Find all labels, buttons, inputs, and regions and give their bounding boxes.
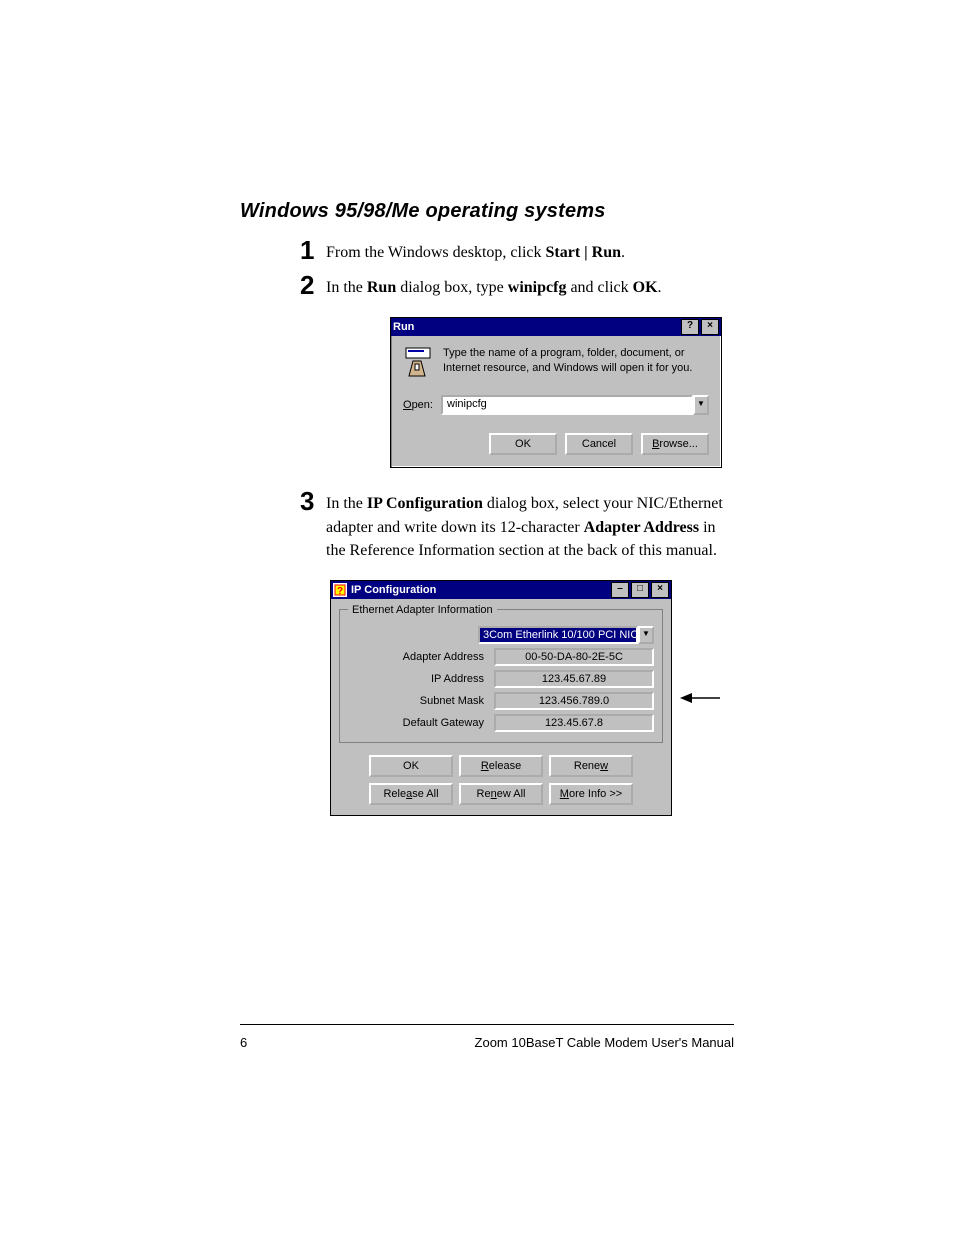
text: In the: [326, 495, 367, 512]
renew-all-button[interactable]: Renew All: [459, 783, 543, 805]
step-1: 1 From the Windows desktop, click Start …: [300, 235, 734, 264]
arrow-annotation-icon: [680, 691, 720, 705]
page-number: 6: [240, 1035, 247, 1050]
footer-rule: [240, 1024, 734, 1025]
subnet-mask-label: Subnet Mask: [348, 695, 494, 707]
step-3: 3 In the IP Configuration dialog box, se…: [300, 486, 734, 562]
ipconfig-title: IP Configuration: [351, 584, 436, 596]
figure-ipconfig-dialog: ? IP Configuration – □ × Ethernet Adapte…: [330, 580, 734, 816]
open-combobox[interactable]: winipcfg ▼: [441, 395, 709, 415]
open-input[interactable]: winipcfg: [441, 395, 693, 415]
step-text: In the IP Configuration dialog box, sele…: [326, 486, 734, 562]
section-heading: Windows 95/98/Me operating systems: [240, 200, 734, 223]
run-description: Type the name of a program, folder, docu…: [443, 346, 709, 375]
svg-text:?: ?: [337, 586, 343, 596]
document-page: Windows 95/98/Me operating systems 1 Fro…: [0, 0, 954, 1235]
maximize-button[interactable]: □: [631, 582, 649, 598]
cancel-button[interactable]: Cancel: [565, 433, 633, 455]
bold: IP Configuration: [367, 495, 483, 512]
adapter-select[interactable]: 3Com Etherlink 10/100 PCI NIC ▼: [478, 626, 654, 644]
browse-button[interactable]: Browse...: [641, 433, 709, 455]
run-title: Run: [393, 321, 414, 333]
minimize-button[interactable]: –: [611, 582, 629, 598]
release-all-button[interactable]: Release All: [369, 783, 453, 805]
run-icon: [403, 346, 435, 381]
adapter-info-group: Ethernet Adapter Information 3Com Etherl…: [339, 609, 663, 743]
text: dialog box, type: [396, 279, 508, 296]
more-info-button[interactable]: More Info >>: [549, 783, 633, 805]
step-number: 1: [300, 235, 326, 263]
bold: Run: [367, 279, 396, 296]
text: .: [658, 279, 662, 296]
ipconfig-icon: ?: [333, 583, 347, 597]
run-dialog: Run ? ×: [390, 317, 722, 468]
default-gateway-label: Default Gateway: [348, 717, 494, 729]
open-label: Open:: [403, 399, 441, 411]
bold: Start | Run: [545, 244, 621, 261]
bold: Adapter Address: [584, 519, 699, 536]
close-button[interactable]: ×: [701, 319, 719, 335]
help-button[interactable]: ?: [681, 319, 699, 335]
ip-address-value: 123.45.67.89: [494, 670, 654, 688]
adapter-select-value: 3Com Etherlink 10/100 PCI NIC: [478, 626, 638, 644]
page-footer: 6 Zoom 10BaseT Cable Modem User's Manual: [240, 1035, 734, 1050]
renew-button[interactable]: Renew: [549, 755, 633, 777]
step-2: 2 In the Run dialog box, type winipcfg a…: [300, 270, 734, 299]
ip-address-label: IP Address: [348, 673, 494, 685]
subnet-mask-value: 123.456.789.0: [494, 692, 654, 710]
close-button[interactable]: ×: [651, 582, 669, 598]
ipconfig-dialog: ? IP Configuration – □ × Ethernet Adapte…: [330, 580, 672, 816]
figure-run-dialog: Run ? ×: [390, 317, 734, 468]
default-gateway-value: 123.45.67.8: [494, 714, 654, 732]
text: and click: [566, 279, 632, 296]
ok-button[interactable]: OK: [369, 755, 453, 777]
text: In the: [326, 279, 367, 296]
group-title: Ethernet Adapter Information: [348, 604, 497, 616]
text: From the Windows desktop, click: [326, 244, 545, 261]
ipconfig-titlebar[interactable]: ? IP Configuration – □ ×: [331, 581, 671, 599]
adapter-address-value: 00-50-DA-80-2E-5C: [494, 648, 654, 666]
run-titlebar[interactable]: Run ? ×: [391, 318, 721, 336]
text: .: [621, 244, 625, 261]
steps-list: 1 From the Windows desktop, click Start …: [300, 235, 734, 816]
bold: winipcfg: [508, 279, 567, 296]
adapter-address-label: Adapter Address: [348, 651, 494, 663]
release-button[interactable]: Release: [459, 755, 543, 777]
bold: OK: [633, 279, 658, 296]
dropdown-button[interactable]: ▼: [693, 395, 709, 415]
step-text: In the Run dialog box, type winipcfg and…: [326, 270, 734, 299]
ok-button[interactable]: OK: [489, 433, 557, 455]
dropdown-button[interactable]: ▼: [638, 626, 654, 644]
step-text: From the Windows desktop, click Start | …: [326, 235, 734, 264]
step-number: 2: [300, 270, 326, 298]
step-number: 3: [300, 486, 326, 514]
footer-title: Zoom 10BaseT Cable Modem User's Manual: [475, 1035, 734, 1050]
